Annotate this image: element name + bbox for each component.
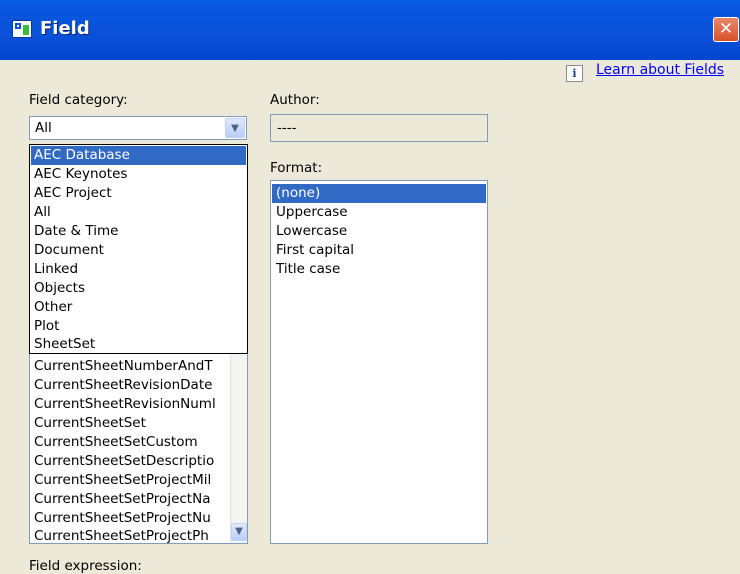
- list-item[interactable]: CurrentSheetSetProjectNa: [34, 490, 224, 509]
- category-option-aec-database[interactable]: AEC Database: [31, 146, 246, 165]
- category-option-objects[interactable]: Objects: [31, 279, 246, 298]
- chevron-down-icon[interactable]: ▼: [225, 118, 245, 138]
- field-category-value: All: [35, 120, 52, 136]
- author-field: ----: [270, 114, 488, 142]
- category-option-aec-keynotes[interactable]: AEC Keynotes: [31, 165, 246, 184]
- format-option-title-case[interactable]: Title case: [272, 260, 486, 279]
- category-option-all[interactable]: All: [31, 203, 246, 222]
- list-item[interactable]: CurrentSheetSet: [34, 414, 224, 433]
- window-title: Field: [40, 18, 90, 39]
- list-item[interactable]: CurrentSheetRevisionDate: [34, 376, 224, 395]
- category-option-other[interactable]: Other: [31, 298, 246, 317]
- field-names-list[interactable]: CurrentSheetNumberAndT CurrentSheetRevis…: [29, 340, 248, 544]
- list-item[interactable]: CurrentSheetSetCustom: [34, 433, 224, 452]
- format-option-first-capital[interactable]: First capital: [272, 241, 486, 260]
- category-option-date-time[interactable]: Date & Time: [31, 222, 246, 241]
- category-option-plot[interactable]: Plot: [31, 317, 246, 336]
- info-icon: i: [566, 65, 583, 82]
- list-item[interactable]: CurrentSheetSetProjectNu: [34, 509, 224, 528]
- field-expression-label: Field expression:: [29, 558, 142, 574]
- category-option-aec-project[interactable]: AEC Project: [31, 184, 246, 203]
- list-item[interactable]: CurrentSheetSetProjectPh: [34, 527, 224, 543]
- format-option-lowercase[interactable]: Lowercase: [272, 222, 486, 241]
- list-item[interactable]: CurrentSheetRevisionNuml: [34, 395, 224, 414]
- field-category-select[interactable]: All ▼: [29, 116, 247, 140]
- list-item[interactable]: CurrentSheetSetProjectMil: [34, 471, 224, 490]
- format-option-uppercase[interactable]: Uppercase: [272, 203, 486, 222]
- field-category-dropdown[interactable]: AEC Database AEC Keynotes AEC Project Al…: [29, 144, 248, 354]
- field-names-scrollbar[interactable]: ▼: [230, 341, 247, 543]
- learn-about-fields-link[interactable]: Learn about Fields: [596, 62, 724, 78]
- title-bar: Field ✕: [0, 0, 740, 60]
- list-item[interactable]: CurrentSheetSetDescriptio: [34, 452, 224, 471]
- author-value: ----: [277, 120, 297, 136]
- format-label: Format:: [270, 160, 323, 176]
- category-option-document[interactable]: Document: [31, 241, 246, 260]
- format-option-none[interactable]: (none): [272, 184, 486, 203]
- field-category-label: Field category:: [29, 92, 128, 108]
- field-app-icon: [12, 20, 32, 38]
- scroll-down-icon[interactable]: ▼: [231, 523, 247, 541]
- close-button[interactable]: ✕: [713, 17, 739, 42]
- category-option-sheetset[interactable]: SheetSet: [31, 335, 246, 354]
- format-list[interactable]: (none) Uppercase Lowercase First capital…: [270, 180, 488, 544]
- category-option-linked[interactable]: Linked: [31, 260, 246, 279]
- author-label: Author:: [270, 92, 320, 108]
- list-item[interactable]: CurrentSheetNumberAndT: [34, 357, 224, 376]
